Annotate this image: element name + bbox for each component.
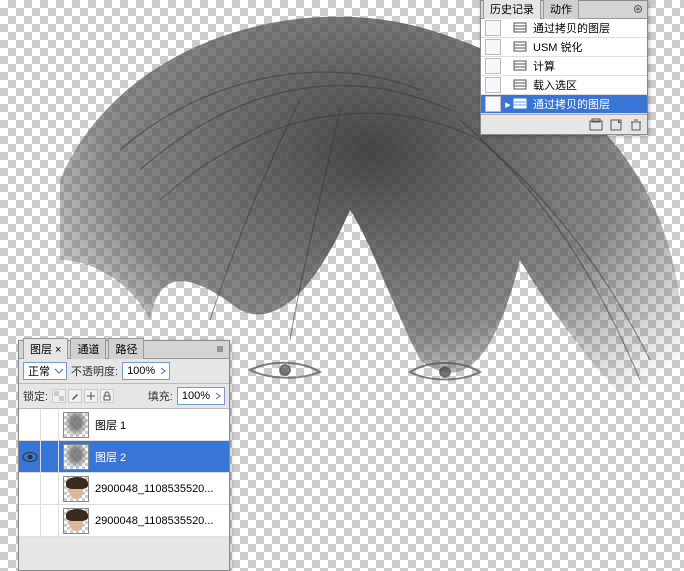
chevron-right-icon [159, 366, 167, 376]
link-slot[interactable] [41, 505, 59, 536]
layer-row[interactable]: 2900048_1108535520... [19, 473, 229, 505]
blend-mode-value: 正常 [28, 363, 50, 379]
layer-icon [513, 78, 529, 92]
visibility-toggle[interactable] [19, 409, 41, 440]
layer-icon [513, 97, 529, 111]
history-item[interactable]: 载入选区 [481, 76, 647, 95]
layer-name[interactable]: 2900048_1108535520... [93, 515, 213, 527]
delete-icon[interactable] [629, 118, 643, 132]
new-doc-icon[interactable] [609, 118, 623, 132]
history-footer [481, 114, 647, 134]
layer-icon [513, 21, 529, 35]
fill-value: 100% [182, 390, 210, 402]
history-item-label: 计算 [529, 58, 555, 74]
lock-position-icon[interactable] [84, 389, 98, 403]
eye-icon [22, 451, 38, 463]
layer-icon [513, 59, 529, 73]
layer-row[interactable]: 图层 2 [19, 441, 229, 473]
history-item-label: 通过拷贝的图层 [529, 20, 610, 36]
history-item-label: 载入选区 [529, 77, 577, 93]
layers-lock-row: 锁定: 填充: 100% [19, 384, 229, 409]
panel-menu-icon[interactable] [213, 342, 227, 356]
history-tabs: 历史记录 动作 [481, 1, 647, 19]
tab-actions[interactable]: 动作 [543, 0, 579, 19]
layer-thumbnail[interactable] [63, 444, 89, 470]
fill-input[interactable]: 100% [177, 387, 225, 405]
tab-layers[interactable]: 图层 × [23, 338, 68, 359]
history-item[interactable]: ▸ 通过拷贝的图层 [481, 95, 647, 114]
history-snapshot-slot[interactable] [485, 96, 501, 112]
lock-pixels-icon[interactable] [68, 389, 82, 403]
tab-channels[interactable]: 通道 [70, 338, 106, 359]
history-item[interactable]: USM 锐化 [481, 38, 647, 57]
layer-row[interactable]: 图层 1 [19, 409, 229, 441]
history-item[interactable]: 通过拷贝的图层 [481, 19, 647, 38]
lock-icons [52, 389, 114, 403]
panel-menu-icon[interactable] [631, 2, 645, 16]
link-slot[interactable] [41, 473, 59, 504]
history-list: 通过拷贝的图层 USM 锐化 计算 载入选区 ▸ 通过拷贝的图层 [481, 19, 647, 114]
history-snapshot-slot[interactable] [485, 58, 501, 74]
new-snapshot-icon[interactable] [589, 118, 603, 132]
history-item[interactable]: 计算 [481, 57, 647, 76]
layer-name[interactable]: 2900048_1108535520... [93, 483, 213, 495]
layer-name[interactable]: 图层 2 [93, 449, 126, 465]
link-slot[interactable] [41, 409, 59, 440]
link-slot[interactable] [41, 441, 59, 472]
opacity-input[interactable]: 100% [122, 362, 170, 380]
layer-name[interactable]: 图层 1 [93, 417, 126, 433]
fill-label: 填充: [148, 388, 173, 404]
visibility-toggle[interactable] [19, 473, 41, 504]
visibility-toggle[interactable] [19, 505, 41, 536]
layers-blend-row: 正常 不透明度: 100% [19, 359, 229, 384]
history-pointer: ▸ [503, 98, 513, 111]
history-panel: 历史记录 动作 通过拷贝的图层 USM 锐化 计算 载入选区 [480, 0, 648, 135]
tab-history[interactable]: 历史记录 [483, 0, 541, 19]
layers-list: 图层 1 图层 2 2900048_1108535520... 2900048_… [19, 409, 229, 537]
history-item-label: USM 锐化 [529, 39, 583, 55]
tab-layers-label: 图层 [30, 344, 52, 356]
layer-thumbnail[interactable] [63, 476, 89, 502]
history-item-label: 通过拷贝的图层 [529, 96, 610, 112]
history-snapshot-slot[interactable] [485, 20, 501, 36]
layers-tabs: 图层 × 通道 路径 [19, 341, 229, 359]
history-snapshot-slot[interactable] [485, 77, 501, 93]
blend-mode-select[interactable]: 正常 [23, 362, 67, 380]
chevron-down-icon [54, 366, 64, 376]
lock-transparency-icon[interactable] [52, 389, 66, 403]
chevron-right-icon [214, 391, 222, 401]
layer-row[interactable]: 2900048_1108535520... [19, 505, 229, 537]
visibility-toggle[interactable] [19, 441, 41, 472]
lock-all-icon[interactable] [100, 389, 114, 403]
lock-label: 锁定: [23, 388, 48, 404]
opacity-label: 不透明度: [71, 363, 118, 379]
layers-panel: 图层 × 通道 路径 正常 不透明度: 100% 锁定: 填充: 100% [18, 340, 230, 571]
tab-paths[interactable]: 路径 [108, 338, 144, 359]
layer-icon [513, 40, 529, 54]
layer-thumbnail[interactable] [63, 508, 89, 534]
layer-thumbnail[interactable] [63, 412, 89, 438]
history-snapshot-slot[interactable] [485, 39, 501, 55]
opacity-value: 100% [127, 365, 155, 377]
